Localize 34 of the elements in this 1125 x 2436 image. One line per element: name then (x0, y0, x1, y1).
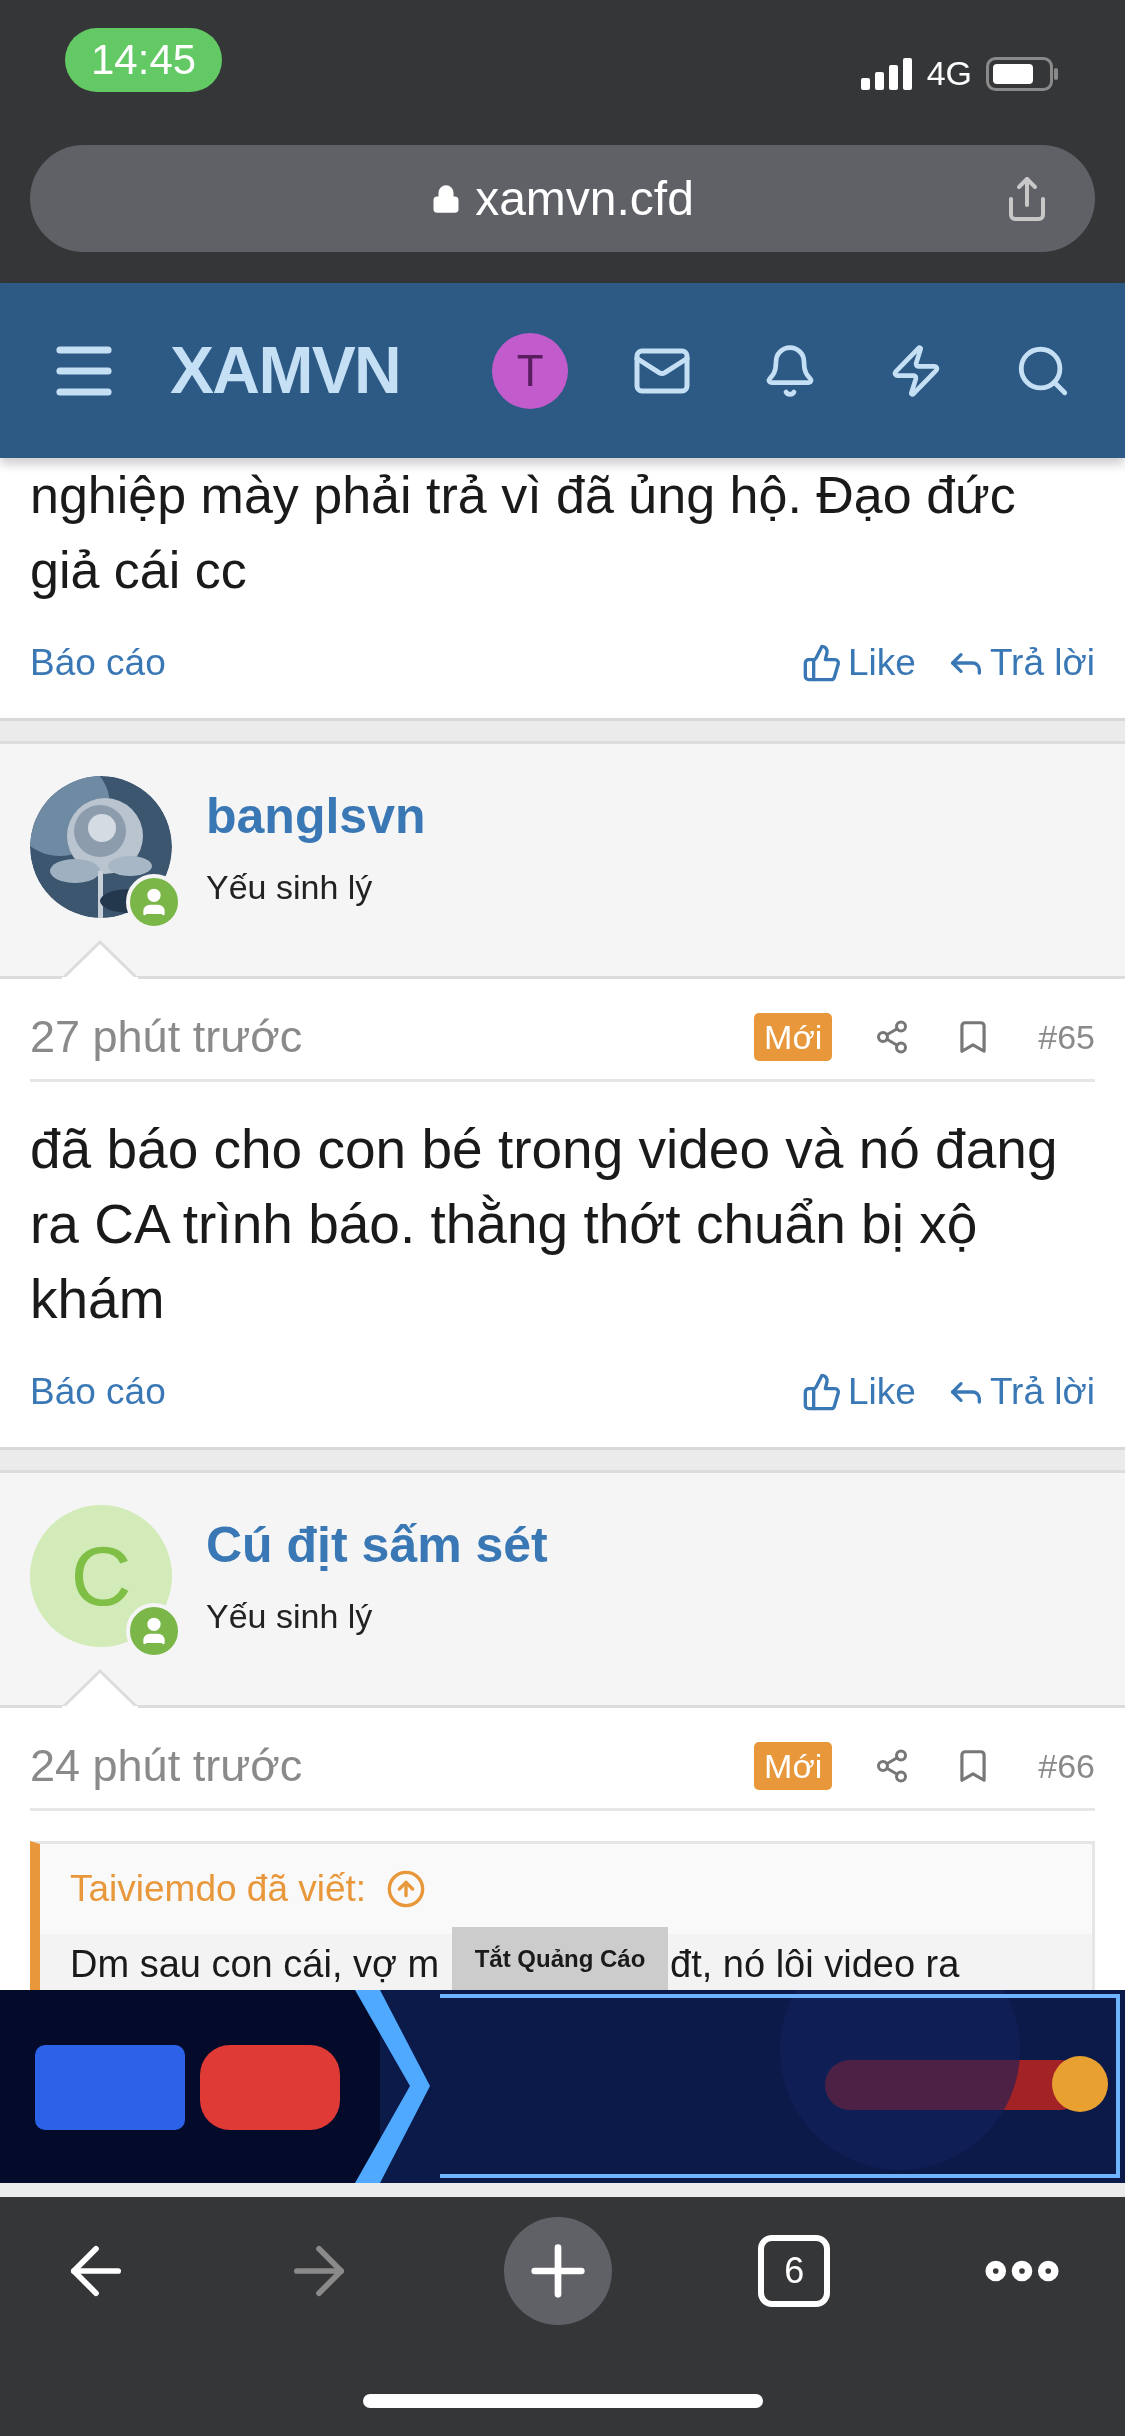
user-avatar[interactable]: T (492, 332, 569, 409)
username[interactable]: Cú địt sấm sét (206, 1505, 548, 1585)
post-time: 24 phút trước (30, 1739, 303, 1794)
time-pill: 14:45 (65, 28, 223, 92)
battery-icon (986, 56, 1060, 91)
reply-link[interactable]: Trả lời (945, 635, 1095, 691)
close-ad-button[interactable]: Tắt Quảng Cáo (452, 1927, 668, 1990)
user-title: Yếu sinh lý (206, 1596, 374, 1637)
new-badge: Mới (754, 1742, 833, 1790)
report-link[interactable]: Báo cáo (30, 635, 166, 691)
post-text: nghiệp mày phải trả vì đã ủng hộ. Đạo đức (30, 465, 1017, 526)
url-text: xamvn.cfd (475, 170, 694, 227)
signal-icon (860, 57, 913, 90)
post-number[interactable]: #66 (1038, 1740, 1095, 1792)
site-logo[interactable]: XAMVN (170, 321, 401, 420)
like-link[interactable]: Like (802, 635, 916, 691)
reply-link[interactable]: Trả lời (945, 1364, 1095, 1420)
tabs-button[interactable]: 6 (758, 2235, 831, 2307)
post-time: 27 phút trước (30, 1010, 303, 1065)
address-bar[interactable]: xamvn.cfd (30, 145, 1095, 252)
report-link[interactable]: Báo cáo (30, 1364, 166, 1420)
user-title: Yếu sinh lý (206, 867, 374, 908)
username[interactable]: banglsvn (206, 776, 426, 856)
lock-icon (431, 183, 462, 214)
quote-text: Dm sau con cái, vợ m (70, 1942, 440, 1987)
like-link[interactable]: Like (802, 1364, 916, 1420)
post-text: đã báo cho con bé trong video và nó đang ra CA trình báo. thằng thớt chuẩn bị xộ khám (30, 1117, 1059, 1332)
quote-text: đt, nó lôi video ra (670, 1942, 960, 1987)
new-badge: Mới (754, 1013, 833, 1061)
post-text: giả cái cc (30, 540, 248, 601)
network-label: 4G (926, 53, 972, 94)
thumbs-up-icon (802, 643, 842, 683)
post-number[interactable]: #65 (1038, 1011, 1095, 1063)
thumbs-up-icon (802, 1372, 842, 1412)
